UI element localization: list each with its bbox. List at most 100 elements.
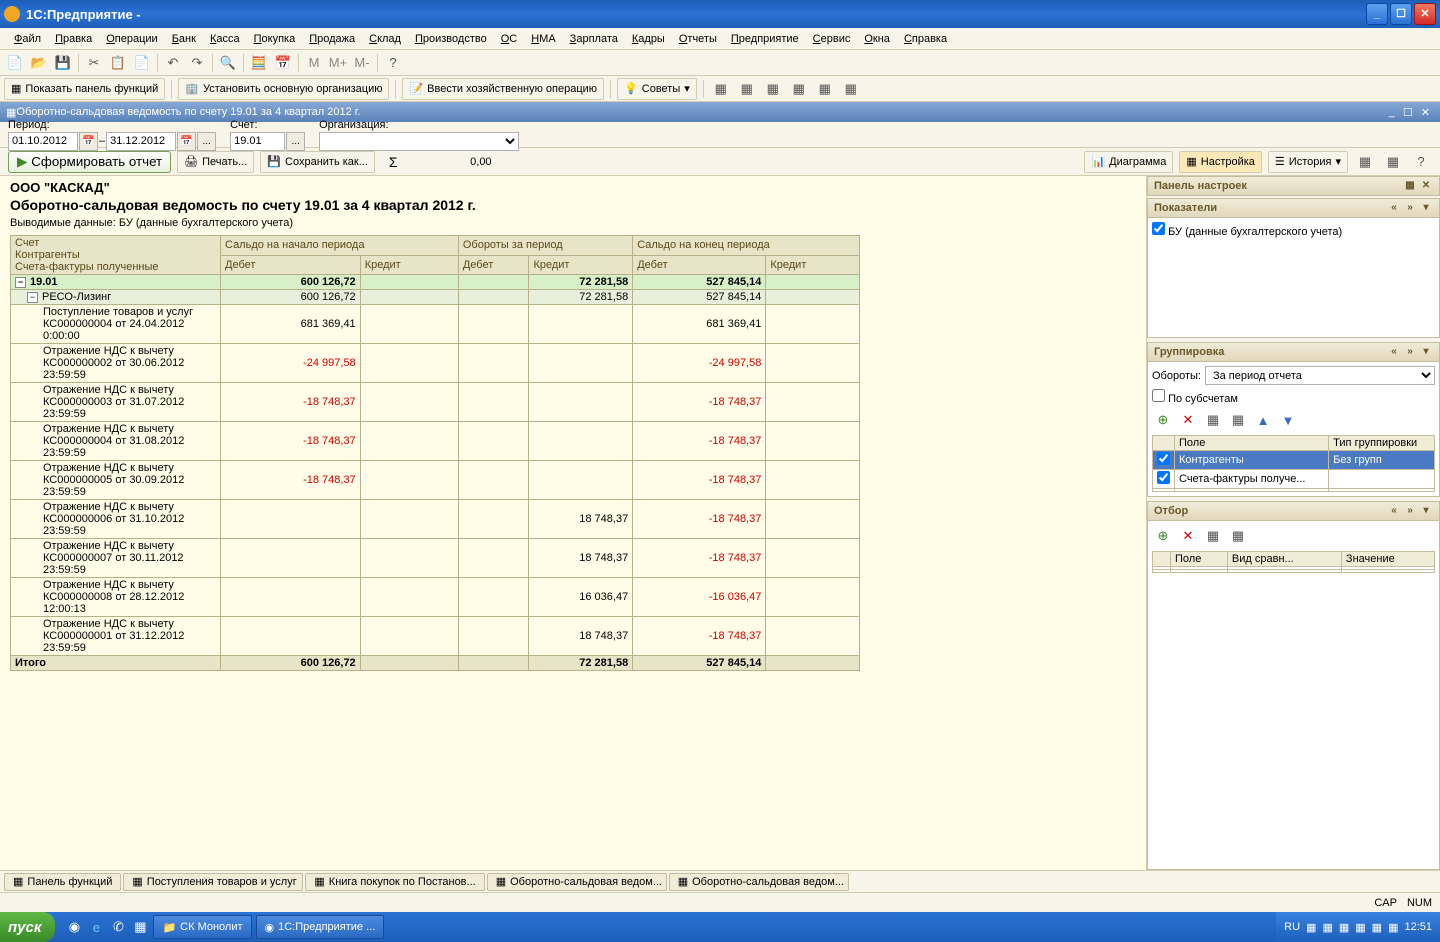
- menu-НМА[interactable]: НМА: [525, 31, 561, 47]
- edit-icon[interactable]: ▦: [1202, 525, 1224, 547]
- taskbar-item-2[interactable]: ◉1С:Предприятие ...: [256, 915, 385, 939]
- period-from-input[interactable]: [8, 132, 78, 151]
- document-tab[interactable]: ▦Оборотно-сальдовая ведом...: [487, 873, 667, 891]
- down-icon[interactable]: ▼: [1277, 409, 1299, 431]
- table-row[interactable]: Отражение НДС к вычету КС000000001 от 31…: [11, 617, 860, 656]
- start-button[interactable]: пуск: [0, 912, 55, 942]
- tool-icon-6[interactable]: ▦: [840, 78, 862, 100]
- save-icon[interactable]: 💾: [52, 52, 74, 74]
- cut-icon[interactable]: ✂: [83, 52, 105, 74]
- menu-Склад[interactable]: Склад: [363, 31, 407, 47]
- menu-Предприятие[interactable]: Предприятие: [725, 31, 805, 47]
- panel-pin-icon[interactable]: ▦: [1403, 179, 1417, 193]
- redo-icon[interactable]: ↷: [186, 52, 208, 74]
- tips-button[interactable]: 💡Советы ▾: [617, 78, 697, 100]
- table-row[interactable]: Поступление товаров и услуг КС000000004 …: [11, 305, 860, 344]
- menu-ОС[interactable]: ОС: [495, 31, 524, 47]
- table-row[interactable]: −19.01600 126,7272 281,58527 845,14: [11, 275, 860, 290]
- subaccounts-checkbox[interactable]: [1152, 389, 1165, 402]
- close-button[interactable]: ✕: [1414, 3, 1436, 25]
- tool-icon-3[interactable]: ▦: [762, 78, 784, 100]
- document-tab[interactable]: ▦Книга покупок по Постанов...: [305, 873, 484, 891]
- expand-icon[interactable]: »: [1403, 345, 1417, 359]
- calendar-to-button[interactable]: 📅: [177, 132, 196, 151]
- tool-icon-2[interactable]: ▦: [736, 78, 758, 100]
- menu-Кадры[interactable]: Кадры: [626, 31, 671, 47]
- turnover-select[interactable]: За период отчета: [1205, 366, 1435, 385]
- grouping-row[interactable]: КонтрагентыБез групп: [1153, 451, 1435, 470]
- tool-icon-4[interactable]: ▦: [788, 78, 810, 100]
- menu-Сервис[interactable]: Сервис: [807, 31, 857, 47]
- chart-button[interactable]: 📊Диаграмма: [1084, 151, 1173, 173]
- show-panel-button[interactable]: ▦Показать панель функций: [4, 78, 165, 100]
- table-row[interactable]: Отражение НДС к вычету КС000000008 от 28…: [11, 578, 860, 617]
- set-org-button[interactable]: 🏢Установить основную организацию: [178, 78, 389, 100]
- table-row[interactable]: Отражение НДС к вычету КС000000006 от 31…: [11, 500, 860, 539]
- print-button[interactable]: 🖨Печать...: [177, 151, 254, 173]
- chevron-down-icon[interactable]: ▾: [1419, 201, 1433, 215]
- up-icon[interactable]: ▲: [1252, 409, 1274, 431]
- tray-icon[interactable]: ▦: [1372, 921, 1382, 934]
- menu-Банк[interactable]: Банк: [166, 31, 202, 47]
- chevron-down-icon[interactable]: ▾: [1419, 345, 1433, 359]
- open-icon[interactable]: 📂: [28, 52, 50, 74]
- tray-icon[interactable]: ▦: [1388, 921, 1398, 934]
- table-row[interactable]: Отражение НДС к вычету КС000000002 от 30…: [11, 344, 860, 383]
- collapse-icon[interactable]: −: [15, 277, 26, 288]
- table-row[interactable]: Отражение НДС к вычету КС000000005 от 30…: [11, 461, 860, 500]
- skype-icon[interactable]: ✆: [107, 916, 129, 938]
- period-to-input[interactable]: [106, 132, 176, 151]
- calc-icon[interactable]: 🧮: [248, 52, 270, 74]
- doc-minimize-icon[interactable]: _: [1389, 106, 1395, 118]
- subaccounts-row[interactable]: По субсчетам: [1152, 393, 1238, 405]
- tray-icon[interactable]: ▦: [1339, 921, 1349, 934]
- mplus-icon[interactable]: M+: [327, 52, 349, 74]
- document-tab[interactable]: ▦Панель функций: [4, 873, 121, 891]
- table-row[interactable]: Отражение НДС к вычету КС000000007 от 30…: [11, 539, 860, 578]
- tray-icon[interactable]: ▦: [1322, 921, 1332, 934]
- collapse-icon[interactable]: «: [1387, 345, 1401, 359]
- collapse-icon[interactable]: −: [27, 292, 38, 303]
- chevron-down-icon[interactable]: ▾: [1419, 504, 1433, 518]
- tool-y-icon[interactable]: ▦: [1382, 151, 1404, 173]
- table-row[interactable]: Отражение НДС к вычету КС000000003 от 31…: [11, 383, 860, 422]
- document-tab[interactable]: ▦Оборотно-сальдовая ведом...: [669, 873, 849, 891]
- calendar-from-button[interactable]: 📅: [79, 132, 98, 151]
- lang-indicator[interactable]: RU: [1284, 921, 1300, 933]
- expand-icon[interactable]: »: [1403, 201, 1417, 215]
- menu-Правка[interactable]: Правка: [49, 31, 98, 47]
- menu-Справка[interactable]: Справка: [898, 31, 953, 47]
- settings-button[interactable]: ▦Настройка: [1179, 151, 1262, 173]
- paste-icon[interactable]: 📄: [131, 52, 153, 74]
- account-input[interactable]: [230, 132, 285, 151]
- document-tab[interactable]: ▦Поступления товаров и услуг: [123, 873, 303, 891]
- collapse-icon[interactable]: «: [1387, 504, 1401, 518]
- help2-icon[interactable]: ?: [1410, 151, 1432, 173]
- taskbar-item-1[interactable]: 📁СК Монолит: [153, 915, 251, 939]
- enter-op-button[interactable]: 📝Ввести хозяйственную операцию: [402, 78, 604, 100]
- doc-maximize-icon[interactable]: ☐: [1403, 106, 1413, 119]
- org-select[interactable]: [319, 132, 519, 151]
- menu-Операции[interactable]: Операции: [100, 31, 163, 47]
- ie-icon[interactable]: e: [85, 916, 107, 938]
- minimize-button[interactable]: _: [1366, 3, 1388, 25]
- chrome-icon[interactable]: ◉: [63, 916, 85, 938]
- panel-header-indicators[interactable]: Показатели « » ▾: [1147, 198, 1440, 218]
- table-row[interactable]: −РЕСО-Лизинг600 126,7272 281,58527 845,1…: [11, 290, 860, 305]
- tool-icon-1[interactable]: ▦: [710, 78, 732, 100]
- menu-Зарплата[interactable]: Зарплата: [564, 31, 624, 47]
- menu-Производство[interactable]: Производство: [409, 31, 493, 47]
- menu-Касса[interactable]: Касса: [204, 31, 246, 47]
- tray-icon[interactable]: ▦: [1355, 921, 1365, 934]
- menu-Отчеты[interactable]: Отчеты: [673, 31, 723, 47]
- generate-report-button[interactable]: ▶Сформировать отчет: [8, 151, 171, 173]
- save-as-button[interactable]: 💾Сохранить как...: [260, 151, 375, 173]
- mminus-icon[interactable]: M-: [351, 52, 373, 74]
- add-icon[interactable]: ⊕: [1152, 525, 1174, 547]
- tool-x-icon[interactable]: ▦: [1354, 151, 1376, 173]
- edit-icon[interactable]: ▦: [1202, 409, 1224, 431]
- menu-Окна[interactable]: Окна: [858, 31, 896, 47]
- delete-icon[interactable]: ✕: [1177, 525, 1199, 547]
- history-button[interactable]: ☰История ▾: [1268, 151, 1348, 173]
- tray-icon[interactable]: ▦: [1306, 921, 1316, 934]
